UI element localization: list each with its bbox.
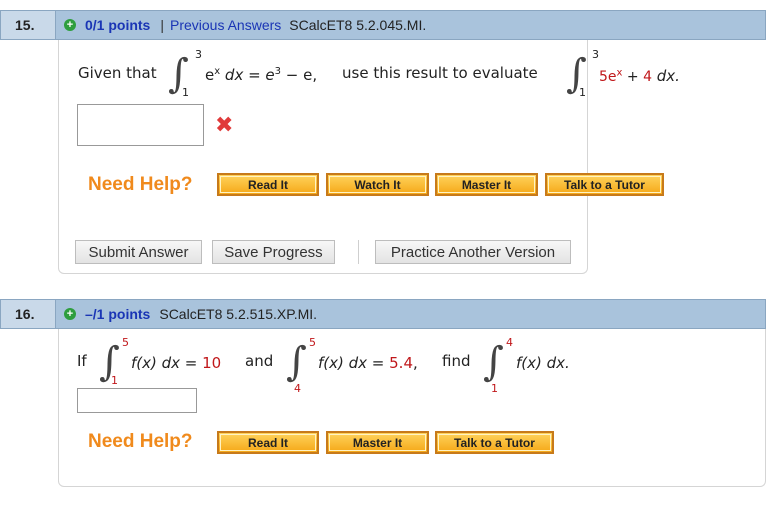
integral-lower-limit: 4 <box>294 382 301 395</box>
and-text: and <box>245 352 274 370</box>
base-e: e <box>205 66 215 84</box>
integrand: f(x) dx = <box>318 354 390 372</box>
incorrect-x-icon: ✖ <box>215 113 234 138</box>
use-result-text: use this result to evaluate <box>342 64 538 82</box>
integral-sign: ∫ <box>483 339 504 385</box>
comma: , <box>413 354 418 372</box>
answer-input[interactable] <box>77 388 197 413</box>
need-help-label: Need Help? <box>88 174 193 195</box>
read-it-button[interactable]: Read It <box>217 173 319 196</box>
answer-input[interactable] <box>77 104 204 146</box>
master-it-button[interactable]: Master It <box>435 173 538 196</box>
integral-b-expression: f(x) dx = 5.4, <box>318 354 418 372</box>
integral-lower-limit: 1 <box>579 86 586 99</box>
question-15-header: 15. + 0/1 points | Previous Answers SCal… <box>0 10 766 40</box>
practice-another-version-button[interactable]: Practice Another Version <box>375 240 571 264</box>
integral-sign: ∫ <box>286 339 307 385</box>
need-help-label: Need Help? <box>88 431 193 452</box>
save-progress-button[interactable]: Save Progress <box>212 240 335 264</box>
given-that-text: Given that <box>78 64 157 82</box>
submit-answer-button[interactable]: Submit Answer <box>75 240 202 264</box>
points-label: –/1 points <box>85 306 151 322</box>
expand-plus-icon[interactable]: + <box>64 19 76 31</box>
points-label: 0/1 points <box>85 17 151 33</box>
integral-lower-limit: 1 <box>111 374 118 387</box>
coef-5e: 5e <box>599 69 617 85</box>
header-separator: | <box>160 17 164 33</box>
integral-c-expression: f(x) dx. <box>516 354 570 372</box>
question-id: SCalcET8 5.2.045.MI. <box>289 17 427 33</box>
integral-upper-limit: 3 <box>195 48 202 61</box>
question-16-header: 16. + –/1 points SCalcET8 5.2.515.XP.MI. <box>0 299 766 329</box>
integral-expression: ex dx = e3 − e, <box>205 66 317 84</box>
question-id: SCalcET8 5.2.515.XP.MI. <box>159 306 318 322</box>
talk-to-tutor-button[interactable]: Talk to a Tutor <box>435 431 554 454</box>
integral-a-expression: f(x) dx = 10 <box>131 354 221 372</box>
question-number: 15. <box>1 11 56 39</box>
integral-upper-limit: 5 <box>122 336 129 349</box>
integral-upper-limit: 4 <box>506 336 513 349</box>
integral-upper-limit: 5 <box>309 336 316 349</box>
integral-b-value: 5.4 <box>389 354 413 372</box>
integral-upper-limit: 3 <box>592 48 599 61</box>
master-it-button[interactable]: Master It <box>326 431 429 454</box>
talk-to-tutor-button[interactable]: Talk to a Tutor <box>545 173 664 196</box>
previous-answers-link[interactable]: Previous Answers <box>170 17 281 33</box>
find-text: find <box>442 352 471 370</box>
integral-lower-limit: 1 <box>491 382 498 395</box>
integral-a-value: 10 <box>202 354 222 372</box>
expand-plus-icon[interactable]: + <box>64 308 76 320</box>
read-it-button[interactable]: Read It <box>217 431 319 454</box>
dx-equals-e: dx = e <box>220 66 275 84</box>
watch-it-button[interactable]: Watch It <box>326 173 429 196</box>
integrand-expression: 5ex + 4 dx. <box>599 67 680 85</box>
integral-lower-limit: 1 <box>182 86 189 99</box>
question-number: 16. <box>1 300 56 328</box>
button-divider <box>358 240 359 264</box>
if-text: If <box>77 352 87 370</box>
plus-sign: + <box>622 69 644 85</box>
dx-text: dx. <box>652 67 680 85</box>
constant: 4 <box>643 69 653 85</box>
rhs-tail: − e, <box>281 66 318 84</box>
integrand: f(x) dx = <box>131 354 203 372</box>
